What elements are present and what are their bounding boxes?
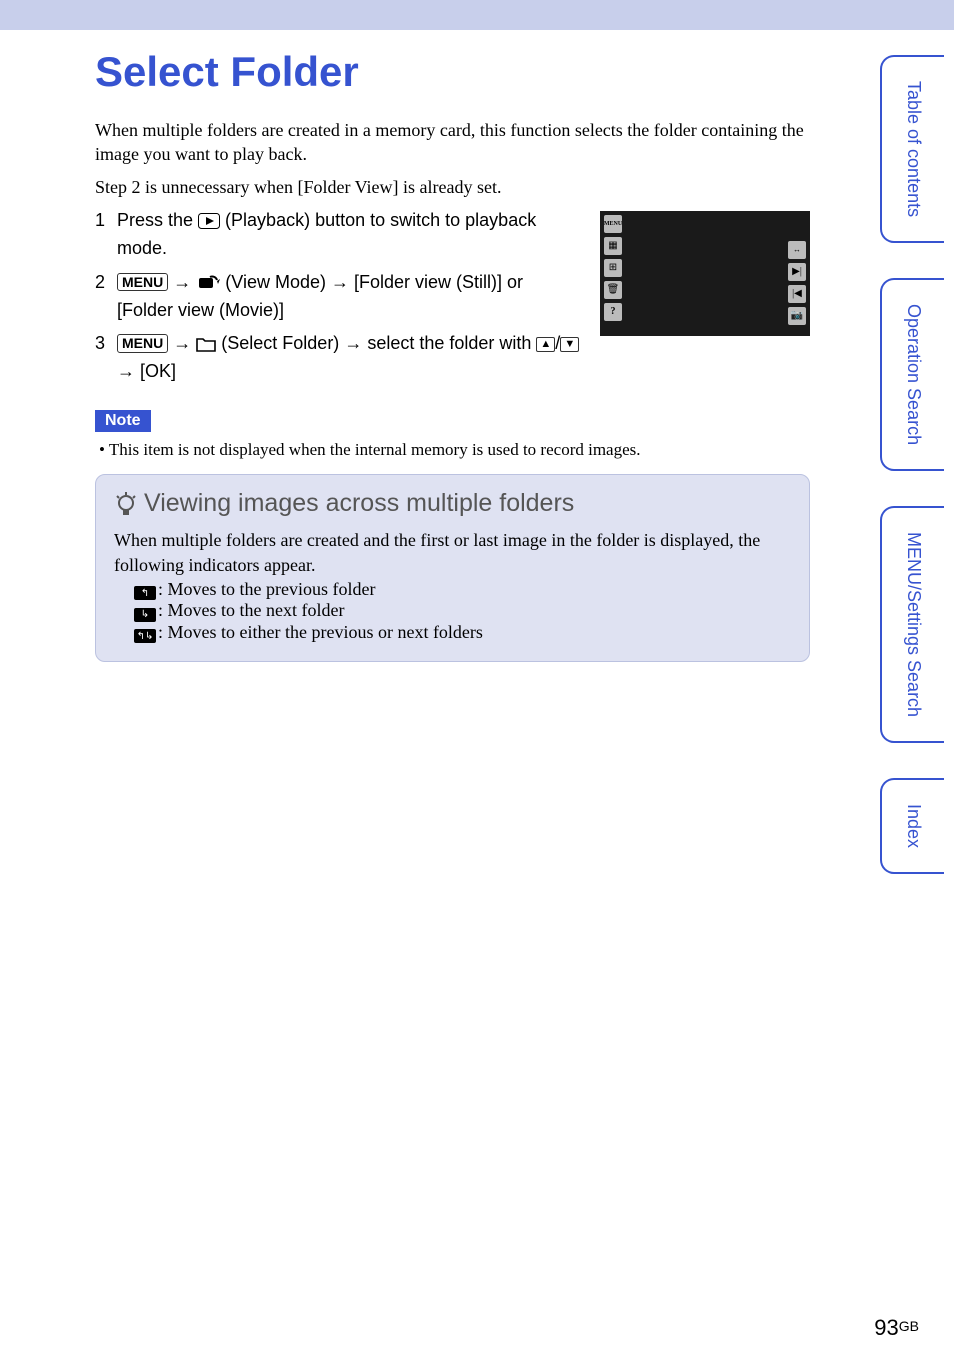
intro-paragraph-1: When multiple folders are created in a m…: [95, 118, 810, 167]
step-number: 1: [95, 207, 117, 263]
camera-icon: 📷: [788, 307, 806, 325]
tab-operation-search[interactable]: Operation Search: [880, 278, 944, 471]
tip-title-text: Viewing images across multiple folders: [144, 489, 574, 518]
note-label: Note: [95, 410, 151, 432]
intro-paragraph-2: Step 2 is unnecessary when [Folder View]…: [95, 175, 810, 199]
playback-icon: [198, 213, 220, 229]
tip-item-3-text: : Moves to either the previous or next f…: [158, 622, 483, 642]
screenshot-left-icons: MENU ▦ ⊞ 🗑 ?: [604, 215, 622, 321]
step-number: 2: [95, 269, 117, 325]
trash-icon: 🗑: [604, 281, 622, 299]
page-number: 93: [874, 1315, 898, 1340]
up-button-icon: ▲: [536, 337, 555, 351]
note-text: • This item is not displayed when the in…: [99, 440, 810, 460]
prev-icon: |◀: [788, 285, 806, 303]
camera-lcd-screenshot: MENU ▦ ⊞ 🗑 ? ↔ ▶| |◀ 📷: [600, 211, 810, 336]
next-icon: ▶|: [788, 263, 806, 281]
steps-row: 1 Press the (Playback) button to switch …: [95, 207, 810, 392]
page-title: Select Folder: [95, 48, 810, 96]
step-2: 2 MENU → (View Mode) → [Folder view (Sti…: [95, 269, 580, 325]
help-icon: ?: [604, 303, 622, 321]
arrow-icon: →: [173, 333, 191, 353]
folder-icon: [196, 336, 216, 352]
both-folder-indicator-icon: ↰↳: [134, 629, 156, 643]
step3-text-b: select the folder with: [362, 333, 536, 353]
tip-item-2-text: : Moves to the next folder: [158, 600, 344, 620]
step3-text-c: [OK]: [135, 361, 176, 381]
step-text: MENU → (Select Folder) → select the fold…: [117, 330, 580, 386]
steps-list: 1 Press the (Playback) button to switch …: [95, 207, 580, 392]
page-content: Select Folder When multiple folders are …: [0, 30, 840, 662]
top-bar: [0, 0, 954, 30]
lightbulb-icon: [114, 491, 138, 517]
tab-menu-settings-search[interactable]: MENU/Settings Search: [880, 506, 944, 743]
overview-icon: ⊞: [604, 259, 622, 277]
tip-box: Viewing images across multiple folders W…: [95, 474, 810, 662]
wide-icon: ↔: [788, 241, 806, 259]
calendar-icon: ▦: [604, 237, 622, 255]
view-mode-icon: [196, 275, 220, 291]
tip-item-2: ↳: Moves to the next folder: [134, 600, 791, 622]
tab-index[interactable]: Index: [880, 778, 944, 874]
tip-title: Viewing images across multiple folders: [114, 489, 791, 518]
step3-text-a: (Select Folder): [216, 333, 344, 353]
arrow-icon: →: [331, 272, 349, 292]
menu-button-icon: MENU: [117, 334, 168, 353]
prev-folder-indicator-icon: ↰: [134, 586, 156, 600]
page-suffix: GB: [899, 1318, 919, 1334]
step-1: 1 Press the (Playback) button to switch …: [95, 207, 580, 263]
down-button-icon: ▼: [560, 337, 579, 351]
tip-item-3: ↰↳: Moves to either the previous or next…: [134, 622, 791, 644]
screenshot-right-icons: ↔ ▶| |◀ 📷: [788, 241, 806, 325]
step1-text-a: Press the: [117, 210, 198, 230]
tip-intro: When multiple folders are created and th…: [114, 528, 791, 578]
next-folder-indicator-icon: ↳: [134, 608, 156, 622]
menu-button-icon: MENU: [117, 273, 168, 292]
step-text: Press the (Playback) button to switch to…: [117, 207, 580, 263]
tab-table-of-contents[interactable]: Table of contents: [880, 55, 944, 243]
side-tabs: Table of contents Operation Search MENU/…: [880, 55, 944, 874]
tip-item-1: ↰: Moves to the previous folder: [134, 579, 791, 601]
arrow-icon: →: [117, 361, 135, 381]
arrow-icon: →: [344, 333, 362, 353]
page-footer: 93GB: [874, 1315, 919, 1341]
tip-item-1-text: : Moves to the previous folder: [158, 579, 375, 599]
step-text: MENU → (View Mode) → [Folder view (Still…: [117, 269, 580, 325]
menu-icon: MENU: [604, 215, 622, 233]
step2-text-a: (View Mode): [220, 272, 331, 292]
step-3: 3 MENU → (Select Folder) → select the fo…: [95, 330, 580, 386]
step-number: 3: [95, 330, 117, 386]
arrow-icon: →: [173, 272, 191, 292]
